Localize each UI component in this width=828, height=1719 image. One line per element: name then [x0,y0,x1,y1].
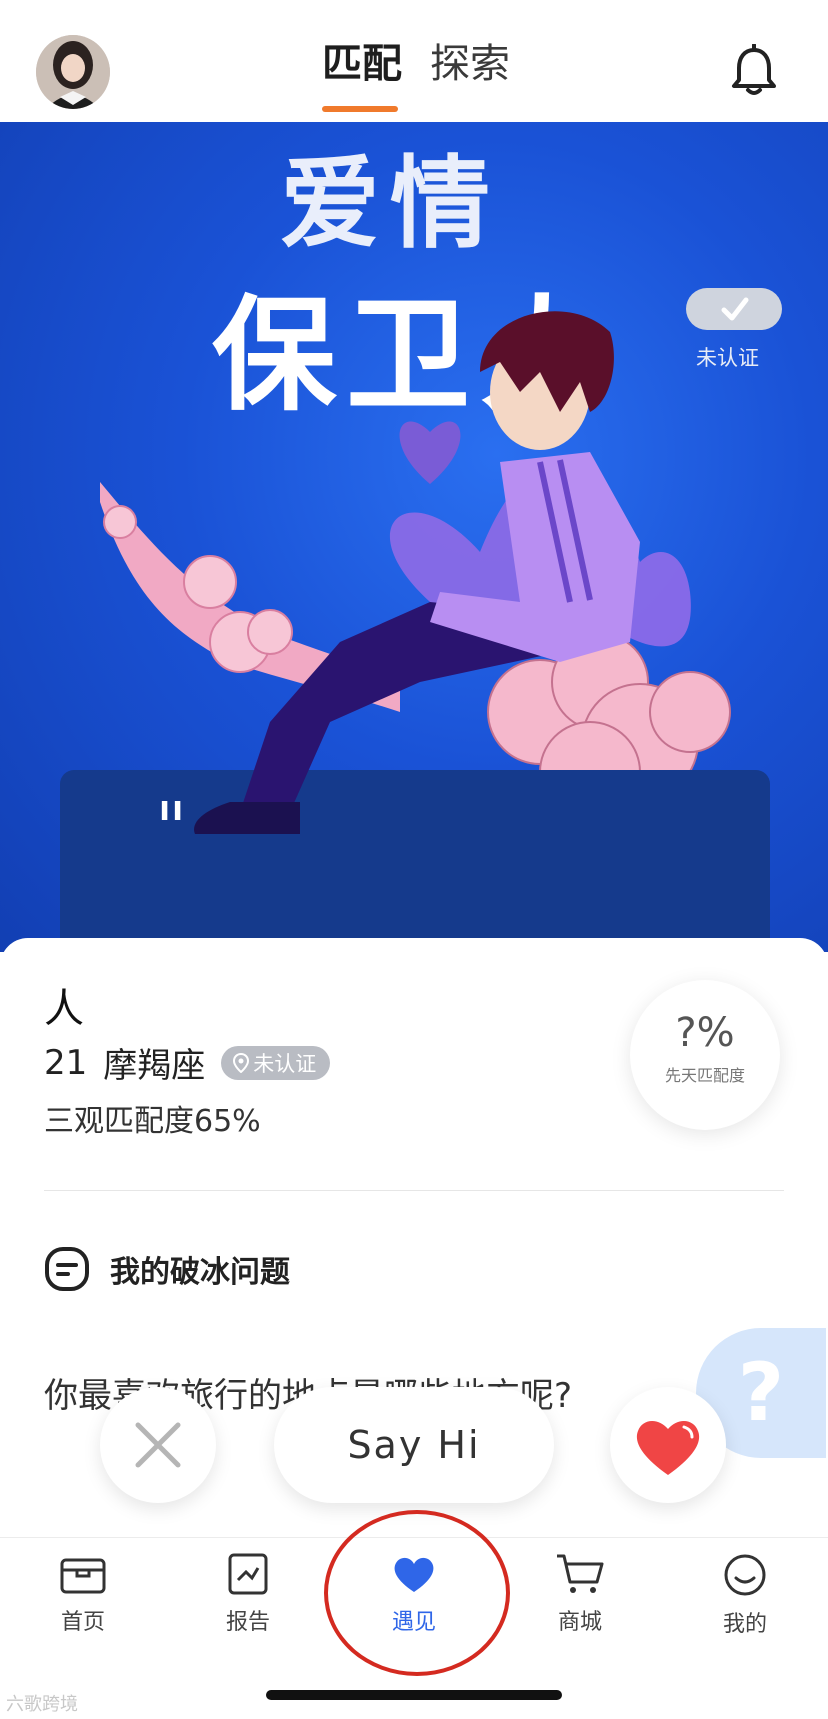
profile-age: 21 [44,1042,88,1083]
innate-match-circle[interactable]: ?% 先天匹配度 [630,980,780,1130]
tab-home[interactable]: 首页 [28,1552,138,1636]
profile-zodiac: 摩羯座 [103,1046,206,1086]
profile-icon [724,1554,766,1596]
location-pin-icon [233,1052,250,1073]
verify-toggle[interactable] [686,288,782,330]
annotation-circle [324,1510,510,1676]
profile-name: 人 [44,986,84,1032]
say-hi-button[interactable]: Say Hi [274,1387,554,1503]
like-button[interactable] [610,1387,726,1503]
innate-match-value: ?% [675,1010,735,1056]
report-icon [228,1553,268,1595]
icebreaker-header: 我的破冰问题 [44,1246,290,1292]
action-bar: Say Hi [0,1385,828,1515]
icebreaker-title: 我的破冰问题 [110,1255,290,1290]
header-tabs: 匹配 探索 [322,38,510,112]
innate-match-label: 先天匹配度 [664,1066,745,1085]
hero-illustration: " [60,311,770,952]
chat-bubble-icon [45,1247,89,1291]
bell-icon[interactable] [730,43,778,98]
tab-profile[interactable]: 我的 [690,1552,800,1638]
tab-profile-label: 我的 [722,1612,767,1637]
heart-icon [636,1420,700,1475]
profile-photo[interactable]: 爱情 保卫人 " 未认证 [0,122,828,952]
cart-icon [557,1554,604,1593]
svg-text:": " [155,787,187,869]
home-icon [60,1558,106,1594]
tab-explore[interactable]: 探索 [430,38,510,98]
tab-home-label: 首页 [60,1610,105,1635]
close-icon [135,1422,181,1468]
tab-shop-label: 商城 [557,1610,602,1635]
tab-shop[interactable]: 商城 [525,1552,635,1636]
top-header: 匹配 探索 [0,0,828,122]
watermark: 六歌跨境 [6,1694,78,1715]
verify-label: 未认证 [696,346,759,370]
tab-report[interactable]: 报告 [193,1552,303,1636]
location-badge-label: 未认证 [253,1051,317,1076]
location-badge: 未认证 [221,1045,331,1080]
home-indicator [266,1690,562,1700]
profile-meta: 21 摩羯座 未认证 [44,1038,331,1087]
values-match-score: 三观匹配度65% [44,1104,261,1139]
dislike-button[interactable] [100,1387,216,1503]
user-avatar[interactable] [36,35,110,109]
tab-match[interactable]: 匹配 [322,38,402,112]
tab-report-label: 报告 [225,1610,270,1635]
divider [44,1190,784,1191]
